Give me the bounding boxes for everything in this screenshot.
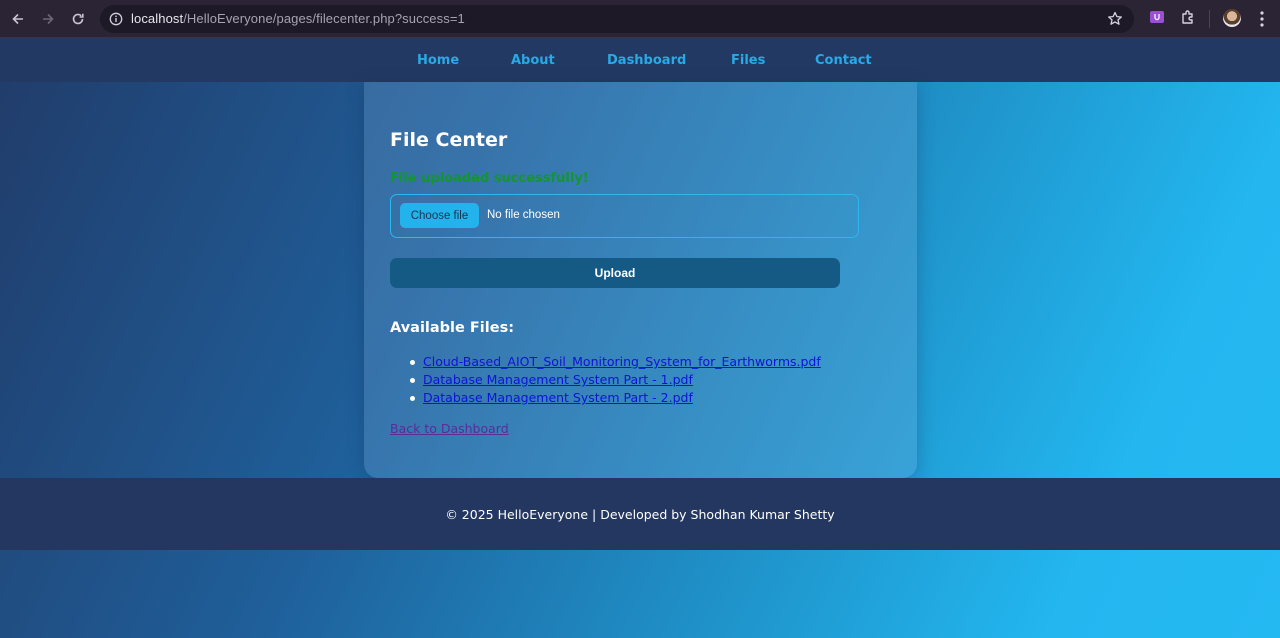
menu-kebab-icon[interactable] (1254, 9, 1270, 29)
profile-avatar[interactable] (1223, 9, 1241, 27)
choose-file-button[interactable]: Choose file (400, 203, 479, 228)
footer: © 2025 HelloEveryone | Developed by Shod… (0, 478, 1280, 550)
file-list: Cloud-Based_AIOT_Soil_Monitoring_System_… (390, 354, 821, 408)
url-path: /HelloEveryone/pages/filecenter.php?succ… (183, 11, 465, 26)
back-arrow-icon[interactable] (6, 7, 30, 31)
extension-icon[interactable] (1149, 9, 1167, 27)
footer-text: © 2025 HelloEveryone | Developed by Shod… (445, 506, 835, 522)
file-link[interactable]: Database Management System Part - 1.pdf (423, 372, 693, 387)
url-host: localhost (131, 11, 184, 26)
puzzle-icon[interactable] (1179, 9, 1197, 27)
address-bar[interactable]: localhost/HelloEveryone/pages/filecenter… (100, 5, 1134, 33)
browser-toolbar: localhost/HelloEveryone/pages/filecenter… (0, 0, 1280, 38)
list-item: Cloud-Based_AIOT_Soil_Monitoring_System_… (390, 354, 821, 372)
reload-icon[interactable] (66, 7, 90, 31)
upload-button[interactable]: Upload (390, 258, 840, 288)
file-center-card: File Center File uploaded successfully! … (364, 82, 917, 478)
files-heading: Available Files: (390, 320, 515, 336)
bullet-icon (410, 360, 415, 365)
list-item: Database Management System Part - 2.pdf (390, 390, 821, 408)
bookmark-star-icon[interactable] (1106, 10, 1124, 28)
forward-arrow-icon[interactable] (36, 7, 60, 31)
nav-dashboard-link[interactable]: Dashboard (607, 53, 686, 68)
site-info-icon[interactable] (108, 11, 124, 27)
success-message: File uploaded successfully! (390, 171, 589, 186)
file-input[interactable]: Choose file No file chosen (390, 194, 859, 238)
back-to-dashboard-link[interactable]: Back to Dashboard (390, 421, 509, 436)
file-link[interactable]: Cloud-Based_AIOT_Soil_Monitoring_System_… (423, 354, 821, 369)
nav-about-link[interactable]: About (511, 53, 555, 68)
bullet-icon (410, 378, 415, 383)
file-input-status: No file chosen (487, 209, 560, 221)
site-nav: Home About Dashboard Files Contact (0, 38, 1280, 82)
toolbar-divider (1209, 10, 1210, 28)
nav-contact-link[interactable]: Contact (815, 53, 872, 68)
url-text: localhost/HelloEveryone/pages/filecenter… (131, 11, 465, 26)
nav-files-link[interactable]: Files (731, 53, 765, 68)
list-item: Database Management System Part - 1.pdf (390, 372, 821, 390)
bullet-icon (410, 396, 415, 401)
page-title: File Center (390, 129, 508, 151)
nav-home-link[interactable]: Home (417, 53, 459, 68)
file-link[interactable]: Database Management System Part - 2.pdf (423, 390, 693, 405)
